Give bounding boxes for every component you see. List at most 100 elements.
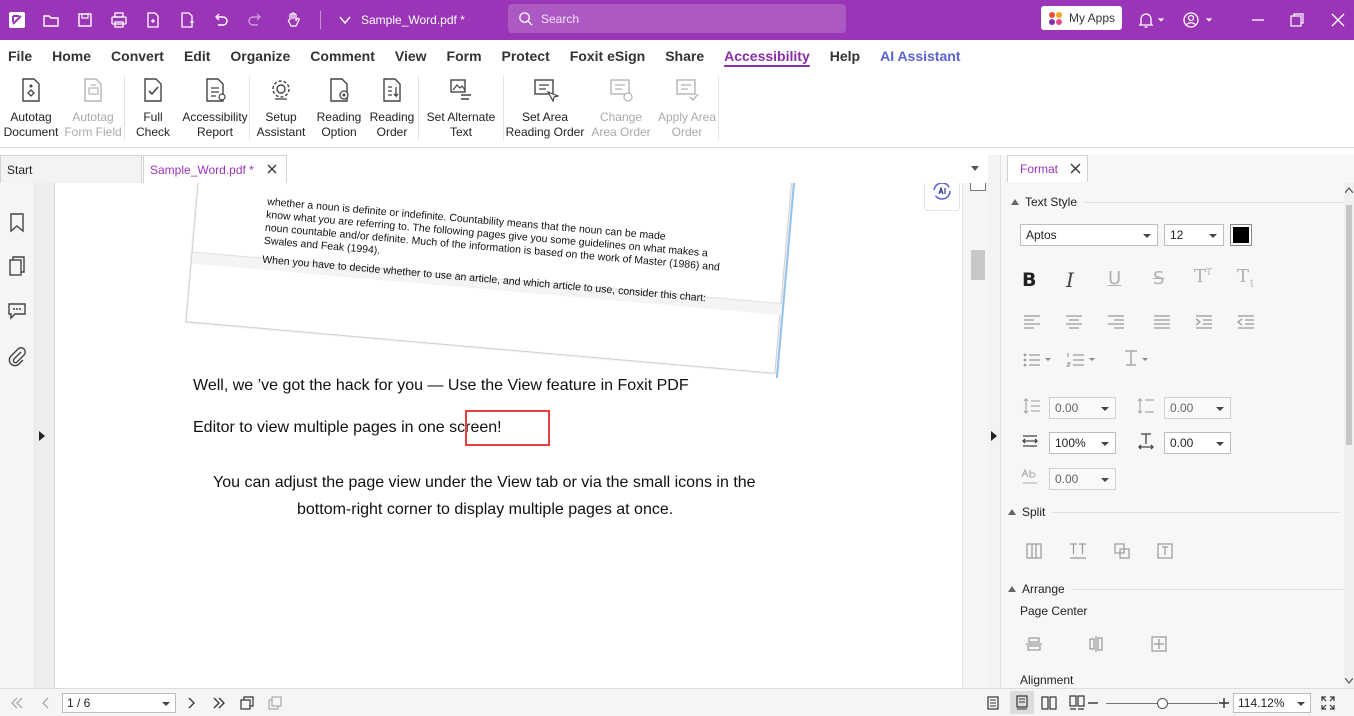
- justify-icon[interactable]: [1152, 312, 1172, 332]
- split-columns-icon[interactable]: [1024, 541, 1044, 561]
- split-section-header[interactable]: Split: [1008, 505, 1340, 519]
- center-vertical-icon[interactable]: [1086, 634, 1106, 654]
- zoom-in-icon[interactable]: [1216, 695, 1232, 711]
- next-page-icon[interactable]: [183, 695, 199, 711]
- comments-icon[interactable]: [6, 299, 28, 321]
- superscript-icon[interactable]: TT: [1194, 266, 1214, 287]
- full-check-button[interactable]: Full Check: [125, 72, 181, 144]
- page-number-select[interactable]: 1 / 6: [62, 693, 176, 713]
- account-icon[interactable]: [1179, 8, 1203, 32]
- text-style-section-header[interactable]: Text Style: [1011, 195, 1348, 209]
- split-text-icon[interactable]: [1068, 541, 1088, 561]
- bell-chevron-down-icon[interactable]: [1154, 8, 1168, 32]
- apply-area-order-button[interactable]: Apply Area Order: [656, 72, 718, 144]
- align-left-icon[interactable]: [1022, 312, 1042, 332]
- close-format-panel-icon[interactable]: [1070, 163, 1081, 174]
- reading-option-button[interactable]: Reading Option: [312, 72, 366, 144]
- facing-page-view-icon[interactable]: [1041, 695, 1057, 711]
- redo-icon[interactable]: [238, 0, 272, 40]
- split-frame-icon[interactable]: [1155, 541, 1175, 561]
- italic-icon[interactable]: I: [1066, 268, 1086, 292]
- menu-share[interactable]: Share: [655, 40, 714, 72]
- reading-order-button[interactable]: Reading Order: [366, 72, 418, 144]
- new-document-icon[interactable]: [170, 0, 204, 40]
- setup-assistant-button[interactable]: Setup Assistant: [250, 72, 312, 144]
- menu-accessibility[interactable]: Accessibility: [714, 40, 820, 72]
- chevron-down-icon[interactable]: [337, 12, 353, 28]
- word-spacing-select[interactable]: 0.00: [1049, 468, 1116, 490]
- menu-ai-assistant[interactable]: AI Assistant: [870, 40, 970, 72]
- create-pdf-icon[interactable]: [136, 0, 170, 40]
- continuous-facing-view-icon[interactable]: [1069, 695, 1085, 711]
- tab-sample-word[interactable]: Sample_Word.pdf *: [143, 155, 287, 183]
- character-spacing-select[interactable]: 0.00: [1164, 432, 1231, 454]
- format-panel-scrollbar-thumb[interactable]: [1346, 205, 1352, 445]
- horizontal-scale-select[interactable]: 100%: [1049, 432, 1116, 454]
- scroll-up-icon[interactable]: [1345, 187, 1353, 193]
- next-view-icon[interactable]: [267, 695, 283, 711]
- restore-icon[interactable]: [1285, 8, 1309, 32]
- scrollbar-thumb[interactable]: [971, 250, 985, 280]
- line-spacing-select[interactable]: 0.00: [1049, 397, 1116, 419]
- align-center-icon[interactable]: [1064, 312, 1084, 332]
- change-area-order-button[interactable]: Change Area Order: [586, 72, 656, 144]
- accessibility-report-button[interactable]: Accessibility Report: [181, 72, 249, 144]
- full-screen-icon[interactable]: [1320, 695, 1336, 711]
- attachment-icon[interactable]: [6, 345, 28, 367]
- set-alternate-text-button[interactable]: Set Alternate Text: [419, 72, 503, 144]
- last-page-icon[interactable]: [211, 695, 227, 711]
- pages-thumbnail-icon[interactable]: [6, 255, 28, 277]
- continuous-view-button[interactable]: [1010, 691, 1034, 714]
- account-chevron-down-icon[interactable]: [1202, 8, 1216, 32]
- center-horizontal-icon[interactable]: [1024, 634, 1044, 654]
- autotag-form-field-button[interactable]: Autotag Form Field: [62, 72, 124, 144]
- scroll-down-icon[interactable]: [1345, 678, 1353, 684]
- tab-format[interactable]: Format: [1007, 155, 1088, 182]
- center-both-icon[interactable]: [1149, 634, 1169, 654]
- tab-start[interactable]: Start: [0, 155, 142, 183]
- bullet-list-icon[interactable]: [1022, 350, 1054, 370]
- ai-assistant-floating-button[interactable]: [924, 183, 960, 211]
- bookmark-icon[interactable]: [6, 211, 28, 233]
- indent-decrease-icon[interactable]: [1236, 312, 1256, 332]
- text-color-swatch[interactable]: [1230, 224, 1252, 246]
- menu-file[interactable]: File: [0, 40, 42, 72]
- expand-left-panel-icon[interactable]: [38, 431, 46, 441]
- minimize-icon[interactable]: [1246, 8, 1270, 32]
- my-apps-button[interactable]: My Apps: [1041, 6, 1122, 30]
- close-tab-icon[interactable]: [266, 163, 278, 175]
- format-panel-scrollbar[interactable]: [1344, 183, 1354, 688]
- menu-help[interactable]: Help: [820, 40, 870, 72]
- menu-organize[interactable]: Organize: [220, 40, 300, 72]
- split-box-icon[interactable]: [1112, 541, 1132, 561]
- numbered-list-icon[interactable]: [1066, 350, 1098, 370]
- previous-page-icon[interactable]: [38, 695, 54, 711]
- set-area-reading-order-button[interactable]: Set Area Reading Order: [504, 72, 586, 144]
- print-icon[interactable]: [102, 0, 136, 40]
- search-box[interactable]: Search: [508, 4, 846, 33]
- hand-tool-icon[interactable]: [272, 0, 314, 40]
- menu-form[interactable]: Form: [437, 40, 492, 72]
- arrange-section-header[interactable]: Arrange: [1008, 582, 1343, 596]
- font-size-select[interactable]: 12: [1164, 224, 1224, 246]
- document-vertical-scrollbar[interactable]: [962, 183, 988, 688]
- collapse-right-panel-icon[interactable]: [990, 431, 998, 441]
- menu-edit[interactable]: Edit: [174, 40, 220, 72]
- menu-foxit-esign[interactable]: Foxit eSign: [560, 40, 655, 72]
- bold-icon[interactable]: B: [1022, 269, 1042, 291]
- undo-icon[interactable]: [204, 0, 238, 40]
- menu-convert[interactable]: Convert: [101, 40, 174, 72]
- zoom-slider-knob[interactable]: [1157, 698, 1168, 709]
- zoom-out-icon[interactable]: [1085, 695, 1101, 711]
- align-right-icon[interactable]: [1106, 312, 1126, 332]
- text-direction-icon[interactable]: [1122, 348, 1154, 368]
- autotag-document-button[interactable]: Autotag Document: [0, 72, 62, 144]
- open-folder-icon[interactable]: [34, 0, 68, 40]
- zoom-level-select[interactable]: 114.12%: [1233, 693, 1311, 713]
- subscript-icon[interactable]: T1: [1237, 266, 1257, 290]
- menu-home[interactable]: Home: [42, 40, 101, 72]
- strikethrough-icon[interactable]: S: [1153, 268, 1173, 289]
- save-icon[interactable]: [68, 0, 102, 40]
- font-family-select[interactable]: Aptos: [1020, 224, 1158, 246]
- menu-view[interactable]: View: [385, 40, 437, 72]
